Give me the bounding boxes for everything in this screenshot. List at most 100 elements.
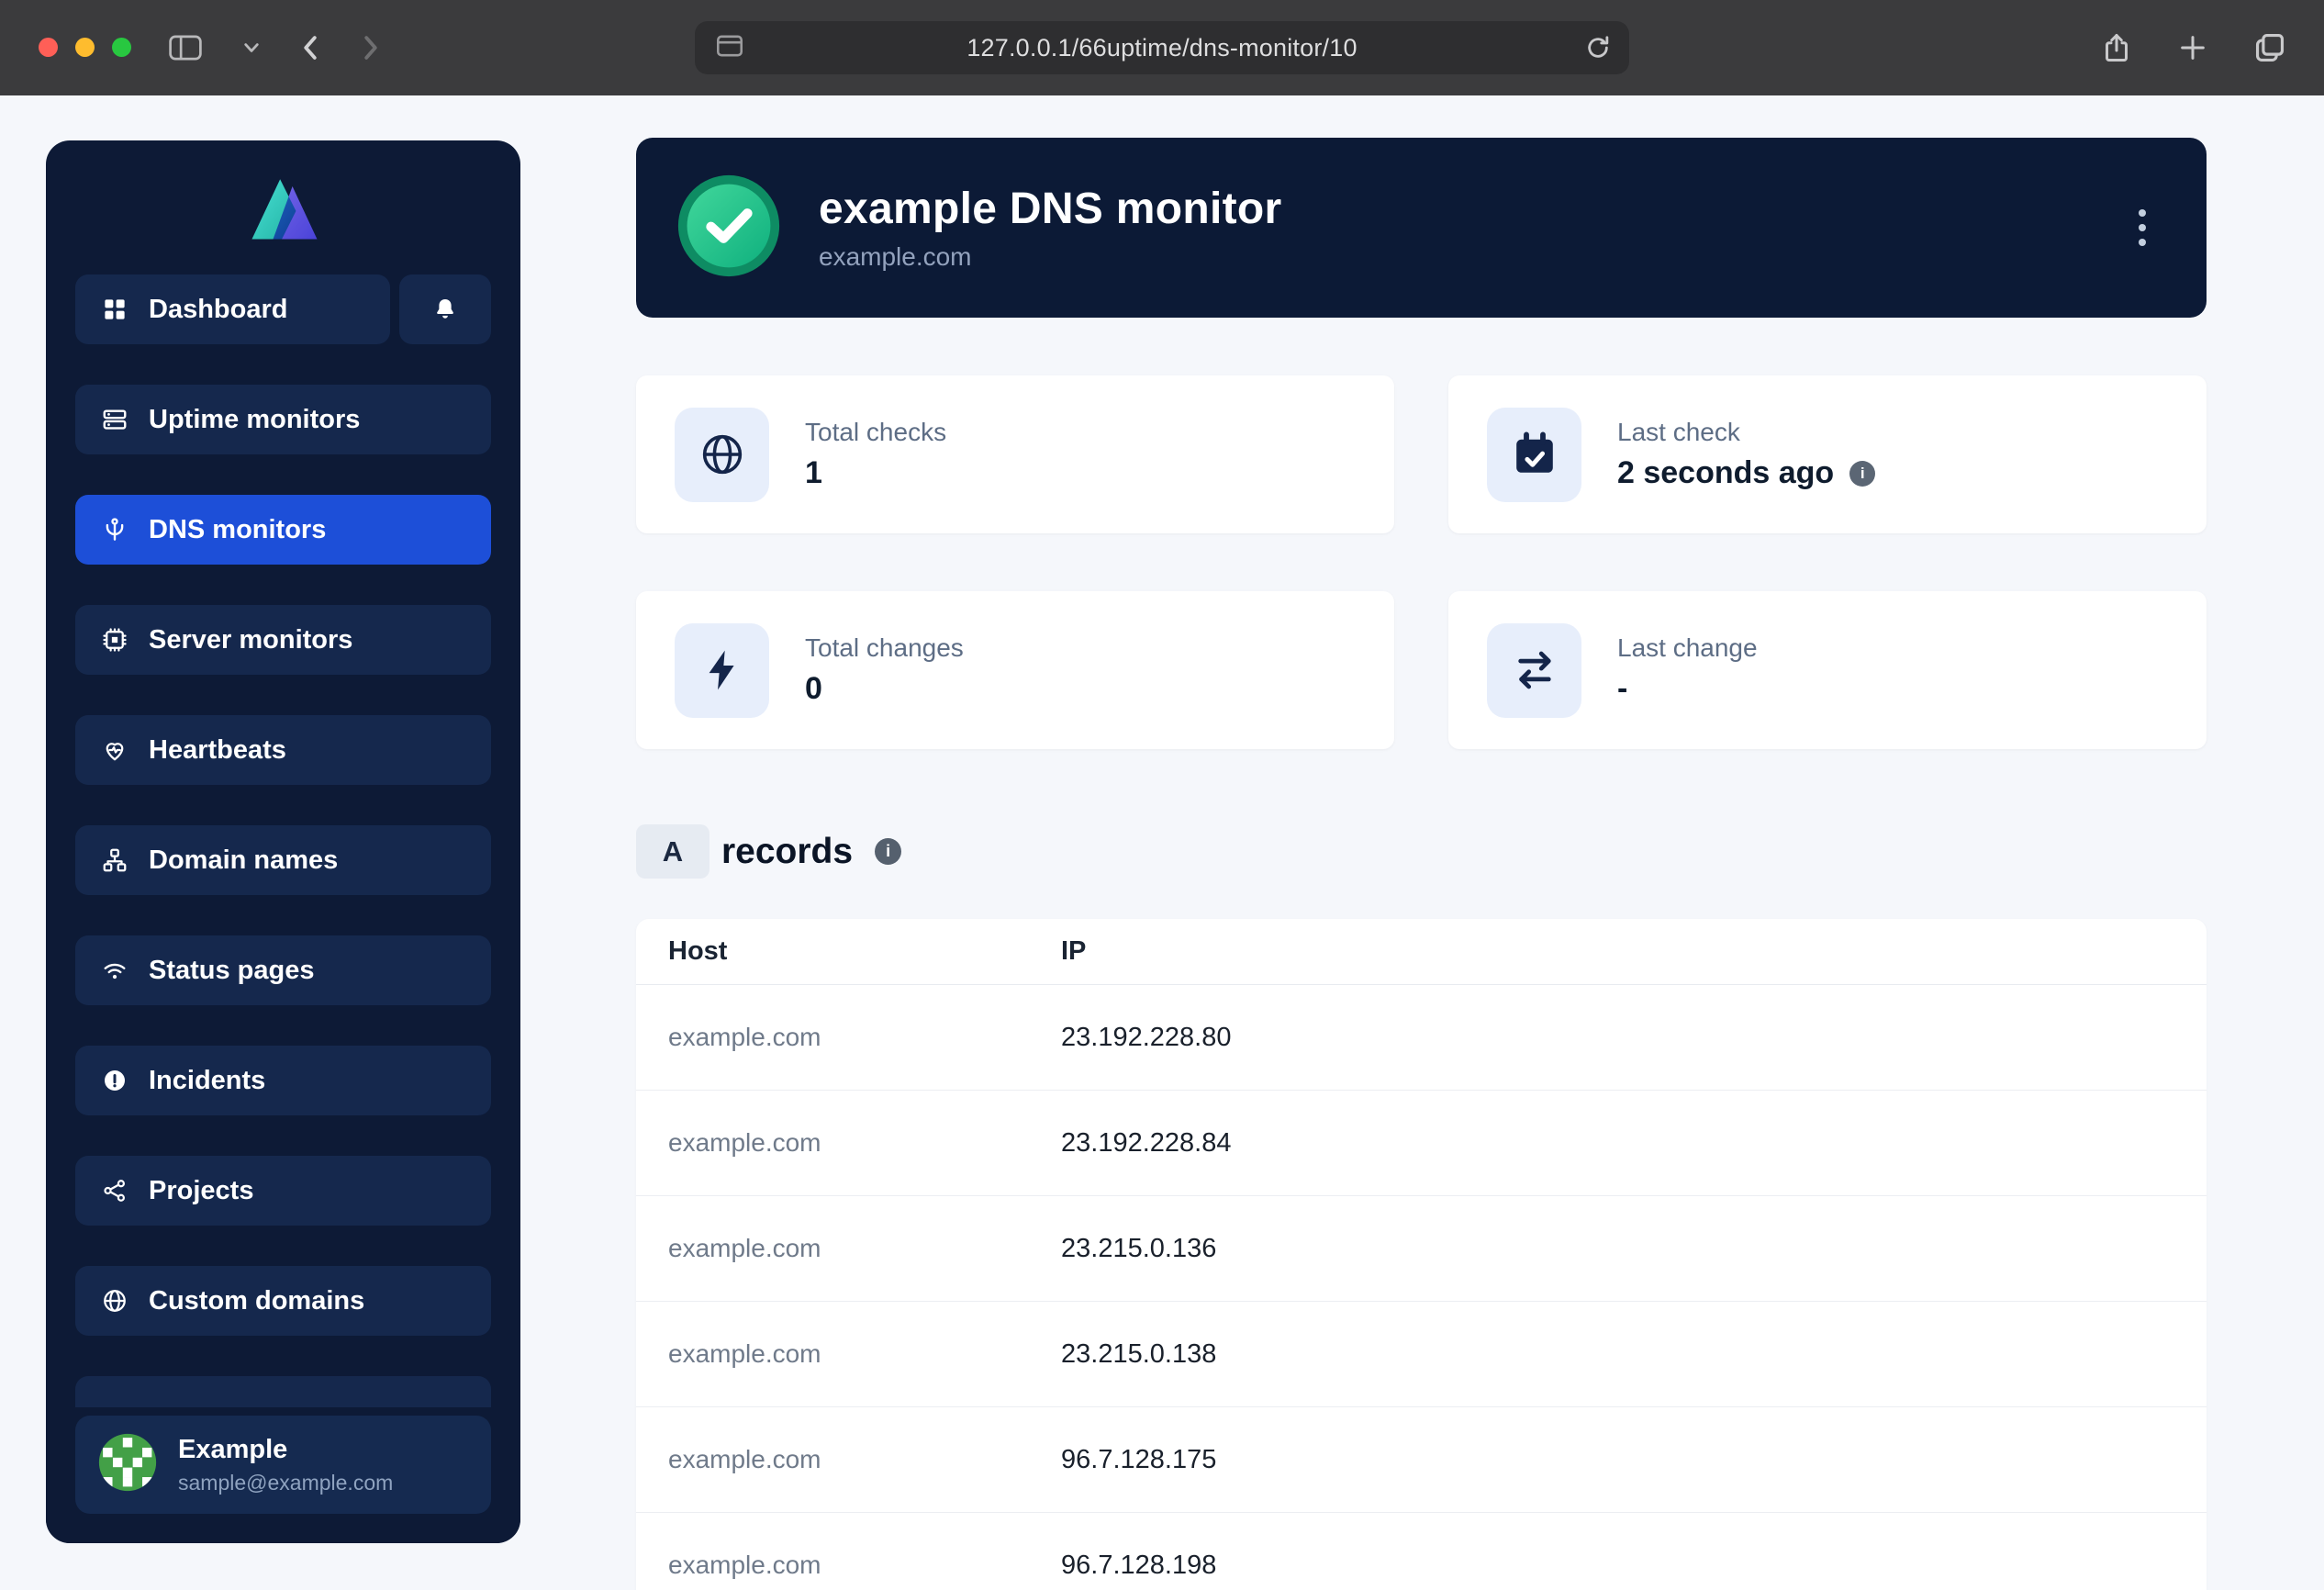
sidebar: Dashboard Uptime monitors DNS moni	[46, 140, 520, 1543]
sidebar-item-label: Status pages	[149, 956, 315, 986]
sidebar-item-label: Dashboard	[149, 295, 287, 325]
sidebar-item-custom-domains[interactable]: Custom domains	[75, 1266, 491, 1336]
sidebar-item-label: DNS monitors	[149, 515, 326, 545]
user-card[interactable]: Example sample@example.com	[75, 1416, 491, 1514]
dns-icon	[101, 516, 128, 543]
zoom-window-button[interactable]	[112, 38, 131, 57]
share-icon[interactable]	[2100, 29, 2133, 66]
records-heading: A records i	[636, 824, 901, 879]
table-header-row: Host IP	[636, 919, 2207, 985]
ip-cell: 23.215.0.138	[1061, 1339, 2207, 1370]
sidebar-item-status-pages[interactable]: Status pages	[75, 935, 491, 1005]
ip-cell: 23.192.228.80	[1061, 1023, 2207, 1053]
stat-value: 2 seconds ago	[1617, 455, 1834, 491]
host-cell: example.com	[636, 1445, 1061, 1474]
info-icon[interactable]: i	[875, 838, 901, 865]
page-title: example DNS monitor	[819, 184, 1281, 234]
records-title: records	[721, 832, 853, 872]
stat-value: 0	[805, 671, 822, 707]
sidebar-item-domain-names[interactable]: Domain names	[75, 825, 491, 895]
column-header-ip: IP	[1061, 936, 2207, 967]
grid-icon	[101, 296, 128, 323]
back-button[interactable]	[299, 34, 321, 62]
nodes-icon	[101, 1177, 128, 1204]
ip-cell: 96.7.128.198	[1061, 1551, 2207, 1581]
records-table: Host IP example.com 23.192.228.80 exampl…	[636, 919, 2207, 1590]
sidebar-item-label: Incidents	[149, 1066, 265, 1096]
table-row: example.com 96.7.128.175	[636, 1407, 2207, 1513]
stat-value: -	[1617, 671, 1627, 707]
url-text: 127.0.0.1/66uptime/dns-monitor/10	[695, 34, 1629, 62]
stat-value: 1	[805, 455, 822, 491]
sidebar-item-incidents[interactable]: Incidents	[75, 1046, 491, 1115]
host-cell: example.com	[636, 1234, 1061, 1263]
host-cell: example.com	[636, 1128, 1061, 1158]
user-name: Example	[178, 1435, 393, 1465]
cpu-icon	[101, 626, 128, 654]
monitor-header-card: example DNS monitor example.com	[636, 138, 2207, 318]
stat-label: Total checks	[805, 418, 946, 447]
stat-card-total-changes: Total changes 0	[636, 591, 1394, 749]
host-cell: example.com	[636, 1551, 1061, 1580]
avatar	[97, 1432, 158, 1497]
close-window-button[interactable]	[39, 38, 58, 57]
sidebar-item-dashboard[interactable]: Dashboard	[75, 274, 390, 344]
minimize-window-button[interactable]	[75, 38, 95, 57]
tab-overview-icon[interactable]	[2252, 30, 2287, 65]
globe-icon	[675, 408, 769, 502]
sidebar-item-server-monitors[interactable]: Server monitors	[75, 605, 491, 675]
host-cell: example.com	[636, 1023, 1061, 1052]
status-check-icon	[676, 173, 782, 284]
alert-icon	[101, 1067, 128, 1094]
wifi-icon	[101, 957, 128, 984]
column-header-host: Host	[636, 936, 1061, 967]
user-email: sample@example.com	[178, 1471, 393, 1495]
reload-icon[interactable]	[1583, 33, 1613, 62]
sidebar-item-label: Custom domains	[149, 1286, 364, 1316]
stat-card-total-checks: Total checks 1	[636, 375, 1394, 533]
ip-cell: 23.192.228.84	[1061, 1128, 2207, 1159]
kebab-menu-icon[interactable]	[2129, 200, 2155, 255]
swap-arrows-icon	[1487, 623, 1581, 718]
forward-button[interactable]	[360, 34, 382, 62]
table-row: example.com 23.215.0.136	[636, 1196, 2207, 1302]
sidebar-item-heartbeats[interactable]: Heartbeats	[75, 715, 491, 785]
sidebar-menu: Dashboard Uptime monitors DNS moni	[75, 274, 491, 1446]
sidebar-item-label: Projects	[149, 1176, 253, 1206]
window-controls	[39, 38, 131, 57]
browser-chrome: 127.0.0.1/66uptime/dns-monitor/10	[0, 0, 2324, 95]
stat-label: Last change	[1617, 633, 1758, 663]
sitemap-icon	[101, 846, 128, 874]
app-logo	[240, 172, 328, 248]
host-cell: example.com	[636, 1339, 1061, 1369]
sidebar-item-label: Server monitors	[149, 625, 352, 655]
stat-card-last-check: Last check 2 seconds ago i	[1448, 375, 2207, 533]
sidebar-item-projects[interactable]: Projects	[75, 1156, 491, 1226]
calendar-check-icon	[1487, 408, 1581, 502]
bolt-icon	[675, 623, 769, 718]
sidebar-toggle-icon[interactable]	[167, 32, 204, 63]
chevron-down-icon[interactable]	[242, 40, 261, 55]
stat-label: Last check	[1617, 418, 1875, 447]
table-row: example.com 23.192.228.80	[636, 985, 2207, 1091]
record-type-badge: A	[636, 824, 709, 879]
new-tab-icon[interactable]	[2177, 32, 2208, 63]
table-row: example.com 23.215.0.138	[636, 1302, 2207, 1407]
monitor-hostname: example.com	[819, 242, 1281, 272]
info-icon[interactable]: i	[1849, 461, 1875, 487]
app-page: Dashboard Uptime monitors DNS moni	[0, 95, 2324, 1590]
sidebar-item-label: Heartbeats	[149, 735, 286, 766]
sidebar-item-label: Domain names	[149, 845, 338, 876]
stat-label: Total changes	[805, 633, 964, 663]
sidebar-item-uptime-monitors[interactable]: Uptime monitors	[75, 385, 491, 454]
sidebar-footer: Example sample@example.com	[46, 1407, 520, 1543]
globe-icon	[101, 1287, 128, 1315]
notifications-button[interactable]	[399, 274, 491, 344]
sidebar-item-dns-monitors[interactable]: DNS monitors	[75, 495, 491, 565]
main-content: example DNS monitor example.com Total ch…	[636, 95, 2207, 1590]
table-row: example.com 23.192.228.84	[636, 1091, 2207, 1196]
table-row: example.com 96.7.128.198	[636, 1513, 2207, 1590]
address-bar[interactable]: 127.0.0.1/66uptime/dns-monitor/10	[695, 21, 1629, 74]
sidebar-item-label: Uptime monitors	[149, 405, 360, 435]
heart-icon	[101, 736, 128, 764]
